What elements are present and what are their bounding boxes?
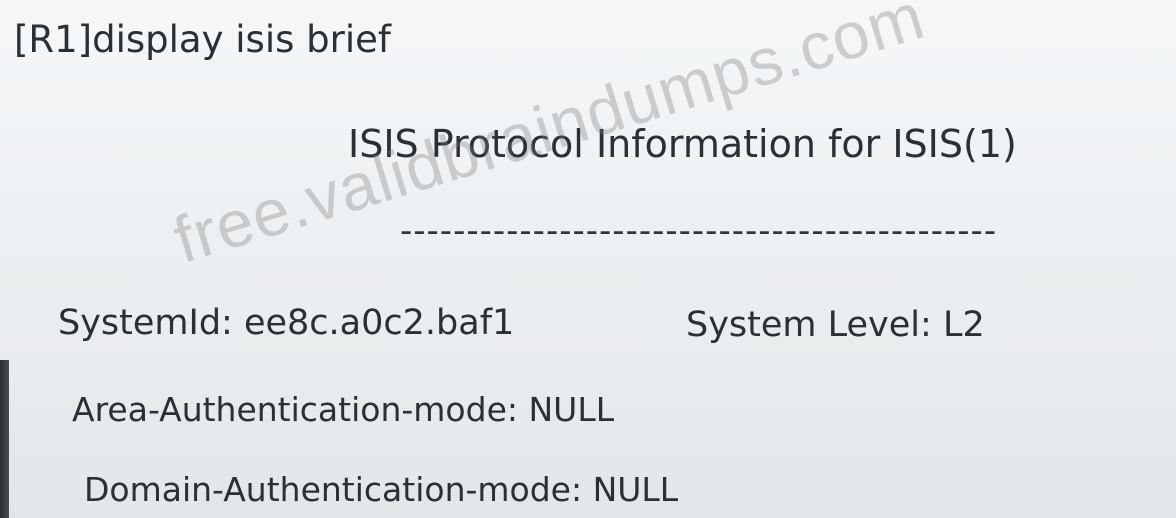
system-id: SystemId: ee8c.a0c2.baf1 (58, 303, 515, 343)
domain-authentication-mode: Domain-Authentication-mode: NULL (84, 470, 679, 509)
command-line: [R1]display isis brief (14, 18, 391, 61)
terminal-screen: [R1]display isis brief ISIS Protocol Inf… (0, 0, 1176, 518)
separator-line: ----------------------------------------… (400, 211, 998, 251)
area-authentication-mode: Area-Authentication-mode: NULL (72, 390, 615, 429)
system-level: System Level: L2 (686, 305, 985, 345)
monitor-bezel-edge (0, 360, 9, 518)
